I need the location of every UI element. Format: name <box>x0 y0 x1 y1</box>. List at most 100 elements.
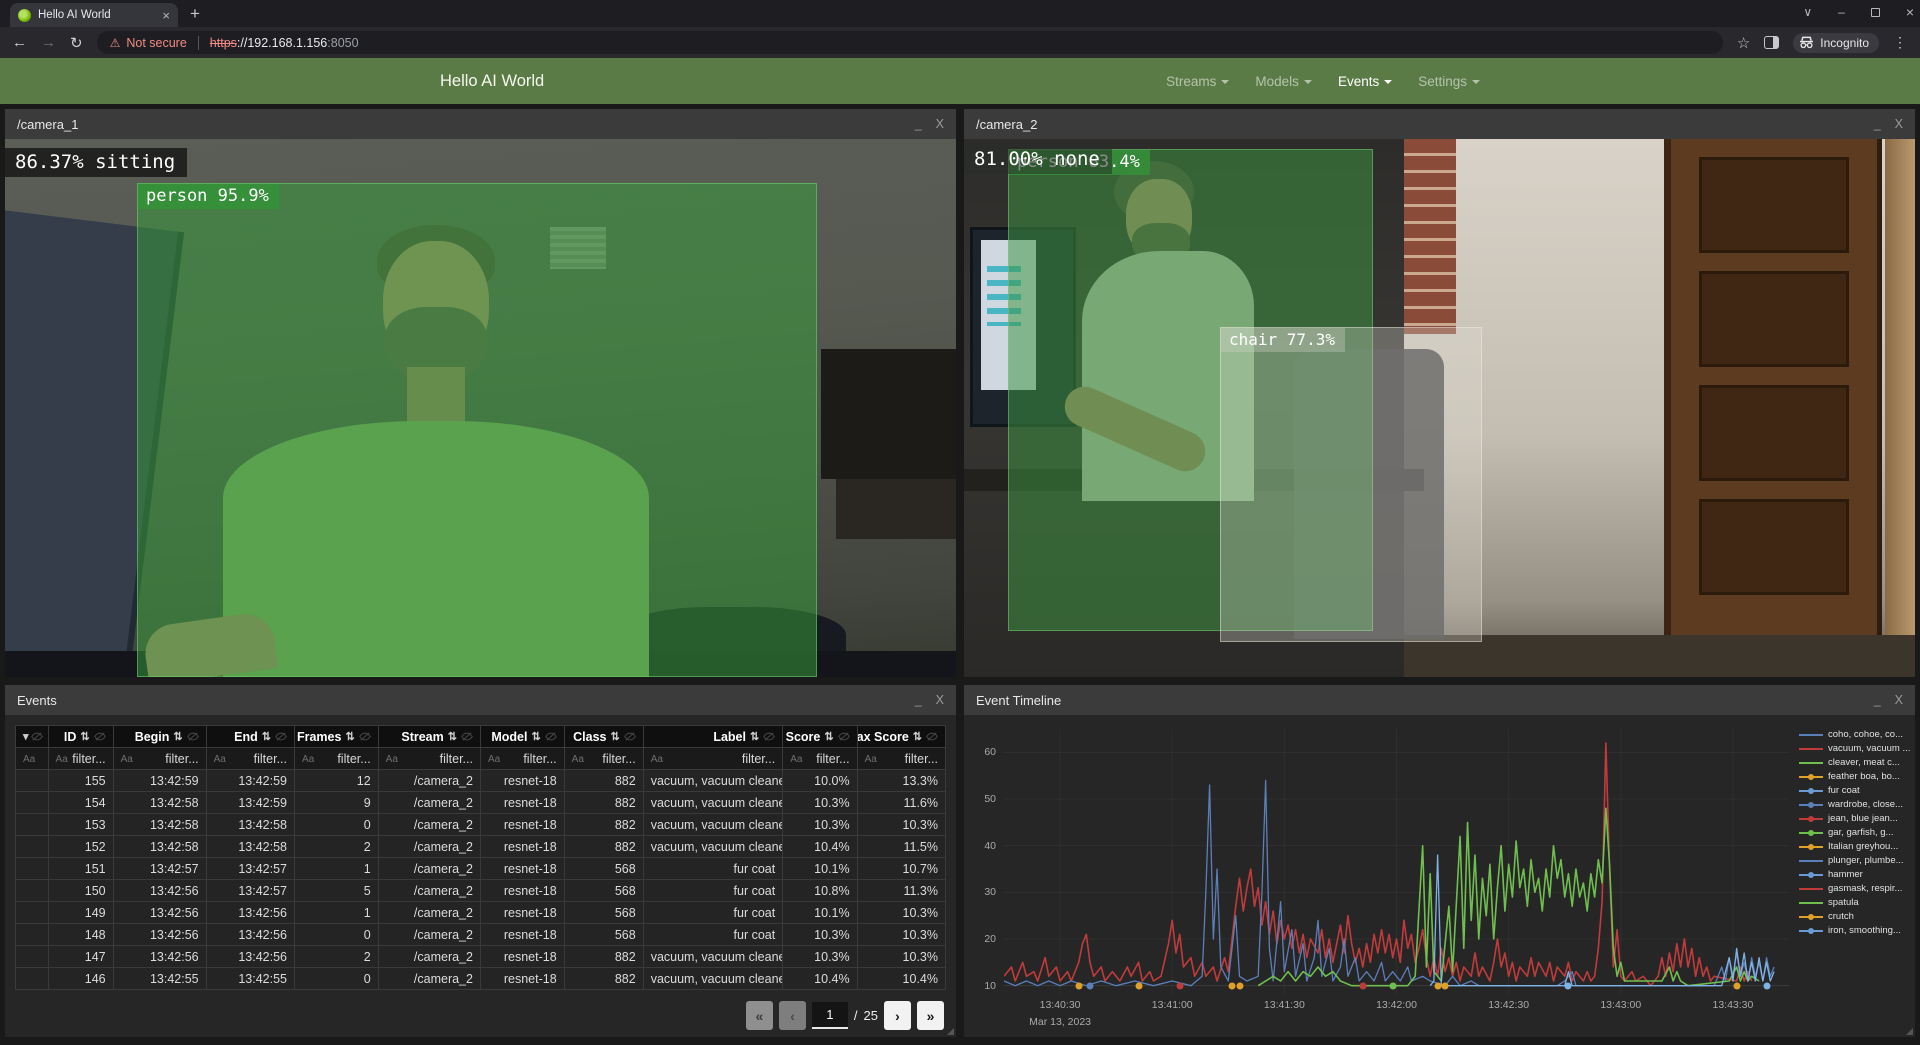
filter-cell[interactable]: Aafilter... <box>643 748 783 770</box>
legend-item[interactable]: plunger, plumbe... <box>1799 855 1909 866</box>
filter-cell[interactable]: Aafilter... <box>783 748 857 770</box>
legend-item[interactable]: hammer <box>1799 869 1909 880</box>
table-row[interactable]: 15113:42:5713:42:571/camera_2resnet-1856… <box>16 858 946 880</box>
resize-handle[interactable] <box>947 1028 954 1035</box>
filter-cell[interactable]: Aafilter... <box>206 748 294 770</box>
column-header-id[interactable]: ID⇅ <box>48 726 113 748</box>
row-expander[interactable] <box>16 858 49 880</box>
legend-item[interactable]: jean, blue jean... <box>1799 813 1909 824</box>
resize-handle[interactable] <box>1906 1028 1913 1035</box>
nav-streams[interactable]: Streams <box>1166 74 1229 89</box>
column-header-model[interactable]: Model⇅ <box>480 726 564 748</box>
browser-menu-icon[interactable]: ⋮ <box>1893 34 1908 51</box>
filter-cell[interactable]: Aafilter... <box>48 748 113 770</box>
last-page-button[interactable]: » <box>917 1001 944 1030</box>
legend-item[interactable]: iron, smoothing... <box>1799 925 1909 936</box>
row-expander[interactable] <box>16 968 49 990</box>
next-page-button[interactable]: › <box>884 1001 911 1030</box>
expander-header[interactable]: ▾ <box>16 726 49 748</box>
nav-settings[interactable]: Settings <box>1418 74 1480 89</box>
tab-search-chevron-icon[interactable]: ∨ <box>1803 5 1812 19</box>
row-expander[interactable] <box>16 880 49 902</box>
x-tick-label: 13:43:30 <box>1712 999 1753 1011</box>
row-expander[interactable] <box>16 836 49 858</box>
nav-models[interactable]: Models <box>1255 74 1312 89</box>
close-icon[interactable]: X <box>1895 693 1903 707</box>
timeline-plot[interactable] <box>1004 729 1789 995</box>
legend-item[interactable]: feather boa, bo... <box>1799 771 1909 782</box>
legend-item[interactable]: gasmask, respir... <box>1799 883 1909 894</box>
filter-cell[interactable]: Aafilter... <box>378 748 480 770</box>
table-cell: 13:42:58 <box>113 836 206 858</box>
legend-item[interactable]: fur coat <box>1799 785 1909 796</box>
legend-item[interactable]: crutch <box>1799 911 1909 922</box>
table-cell: /camera_2 <box>378 814 480 836</box>
table-row[interactable]: 15513:42:5913:42:5912/camera_2resnet-188… <box>16 770 946 792</box>
filter-cell[interactable]: Aafilter... <box>113 748 206 770</box>
column-header-stream[interactable]: Stream⇅ <box>378 726 480 748</box>
column-header-score[interactable]: Score⇅ <box>783 726 857 748</box>
forward-button[interactable]: → <box>41 34 56 51</box>
timeline-title: Event Timeline <box>976 693 1061 708</box>
row-expander[interactable] <box>16 770 49 792</box>
legend-item[interactable]: Italian greyhou... <box>1799 841 1909 852</box>
page-number-input[interactable] <box>812 1002 848 1029</box>
table-row[interactable]: 14713:42:5613:42:562/camera_2resnet-1888… <box>16 946 946 968</box>
filter-cell[interactable]: Aa <box>16 748 49 770</box>
column-header-frames[interactable]: Frames⇅ <box>294 726 378 748</box>
nav-events[interactable]: Events <box>1338 74 1392 89</box>
minimize-icon[interactable]: _ <box>915 117 922 131</box>
legend-item[interactable]: gar, garfish, g... <box>1799 827 1909 838</box>
row-expander[interactable] <box>16 924 49 946</box>
window-minimize-button[interactable]: – <box>1838 5 1845 19</box>
timeline-panel-header[interactable]: Event Timeline _ X <box>964 685 1915 715</box>
address-bar[interactable]: ⚠ Not secure https://192.168.1.156:8050 <box>97 31 1723 54</box>
table-row[interactable]: 15413:42:5813:42:599/camera_2resnet-1888… <box>16 792 946 814</box>
column-header-max score[interactable]: Max Score⇅ <box>857 726 945 748</box>
back-button[interactable]: ← <box>12 34 27 51</box>
prev-page-button[interactable]: ‹ <box>779 1001 806 1030</box>
reload-button[interactable]: ↻ <box>70 34 83 52</box>
column-header-class[interactable]: Class⇅ <box>564 726 643 748</box>
column-header-end[interactable]: End⇅ <box>206 726 294 748</box>
camera1-panel-header[interactable]: /camera_1 _ X <box>5 109 956 139</box>
table-row[interactable]: 15313:42:5813:42:580/camera_2resnet-1888… <box>16 814 946 836</box>
legend-item[interactable]: wardrobe, close... <box>1799 799 1909 810</box>
minimize-icon[interactable]: _ <box>1874 117 1881 131</box>
row-expander[interactable] <box>16 946 49 968</box>
legend-item[interactable]: coho, cohoe, co... <box>1799 729 1909 740</box>
table-row[interactable]: 14813:42:5613:42:560/camera_2resnet-1856… <box>16 924 946 946</box>
bookmark-star-icon[interactable]: ☆ <box>1737 34 1750 52</box>
legend-item[interactable]: cleaver, meat c... <box>1799 757 1909 768</box>
filter-cell[interactable]: Aafilter... <box>564 748 643 770</box>
close-icon[interactable]: X <box>936 693 944 707</box>
table-row[interactable]: 15013:42:5613:42:575/camera_2resnet-1856… <box>16 880 946 902</box>
minimize-icon[interactable]: _ <box>915 693 922 707</box>
window-close-button[interactable]: × <box>1906 4 1914 20</box>
event-marker-dot <box>1434 982 1441 989</box>
row-expander[interactable] <box>16 792 49 814</box>
close-icon[interactable]: X <box>1895 117 1903 131</box>
legend-item[interactable]: spatula <box>1799 897 1909 908</box>
filter-cell[interactable]: Aafilter... <box>857 748 945 770</box>
new-tab-button[interactable]: + <box>190 4 200 24</box>
filter-cell[interactable]: Aafilter... <box>294 748 378 770</box>
window-maximize-button[interactable] <box>1871 8 1880 17</box>
legend-item[interactable]: vacuum, vacuum ... <box>1799 743 1909 754</box>
table-row[interactable]: 14913:42:5613:42:561/camera_2resnet-1856… <box>16 902 946 924</box>
filter-cell[interactable]: Aafilter... <box>480 748 564 770</box>
camera2-panel-header[interactable]: /camera_2 _ X <box>964 109 1915 139</box>
tab-close-icon[interactable]: × <box>162 9 170 22</box>
column-header-begin[interactable]: Begin⇅ <box>113 726 206 748</box>
side-panel-icon[interactable] <box>1764 36 1779 49</box>
column-header-label[interactable]: Label⇅ <box>643 726 783 748</box>
events-panel-header[interactable]: Events _ X <box>5 685 956 715</box>
row-expander[interactable] <box>16 902 49 924</box>
browser-tab[interactable]: Hello AI World × <box>10 3 178 27</box>
close-icon[interactable]: X <box>936 117 944 131</box>
table-row[interactable]: 15213:42:5813:42:582/camera_2resnet-1888… <box>16 836 946 858</box>
row-expander[interactable] <box>16 814 49 836</box>
table-row[interactable]: 14613:42:5513:42:550/camera_2resnet-1888… <box>16 968 946 990</box>
minimize-icon[interactable]: _ <box>1874 693 1881 707</box>
first-page-button[interactable]: « <box>746 1001 773 1030</box>
